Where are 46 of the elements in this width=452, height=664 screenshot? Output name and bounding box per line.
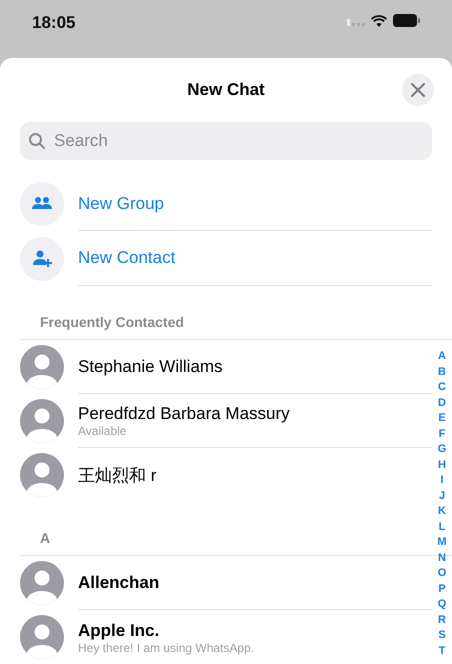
action-link[interactable]: New Contact — [78, 245, 176, 271]
action-link[interactable]: New Group — [78, 190, 164, 216]
search-field[interactable]: Search — [20, 122, 432, 160]
group-icon — [20, 182, 64, 226]
section-header: Frequently Contacted — [40, 313, 184, 332]
avatar-icon — [20, 561, 64, 605]
index-letter[interactable]: B — [438, 364, 446, 380]
index-letter[interactable]: H — [438, 458, 446, 473]
index-letter[interactable]: I — [440, 473, 444, 488]
index-letter[interactable]: T — [438, 644, 446, 659]
index-letter[interactable]: C — [438, 380, 446, 396]
index-letter[interactable]: E — [438, 411, 446, 426]
index-letter[interactable]: A — [438, 349, 446, 364]
wifi-icon — [371, 14, 387, 26]
add-person-icon — [20, 236, 64, 281]
avatar-icon — [20, 399, 64, 443]
contact-name: 王灿烈和 r — [78, 464, 158, 486]
contact-name: Stephanie Williams — [78, 356, 224, 377]
index-letter[interactable]: F — [438, 426, 446, 442]
index-letter[interactable]: R — [438, 612, 446, 628]
battery-icon — [393, 14, 420, 27]
contact-name: Apple Inc. — [78, 620, 160, 640]
index-letter[interactable]: P — [438, 582, 446, 597]
index-letter[interactable]: K — [438, 504, 446, 520]
index-letter[interactable]: D — [438, 396, 446, 411]
search-icon — [28, 132, 46, 150]
contact-name: Peredfdzd Barbara Massury — [78, 403, 291, 424]
index-letter[interactable]: Q — [438, 597, 446, 612]
close-button[interactable] — [402, 74, 434, 106]
index-letter[interactable]: L — [438, 520, 446, 535]
avatar-icon — [20, 345, 64, 389]
contact-status: Available — [78, 424, 128, 438]
index-letter[interactable]: G — [438, 442, 446, 458]
contact-name: Allenchan — [78, 572, 160, 593]
index-letter[interactable]: J — [438, 488, 446, 504]
close-icon — [411, 83, 425, 97]
index-letter[interactable]: N — [438, 550, 446, 566]
section-header: A — [40, 529, 50, 548]
status-time: 18:05 — [32, 12, 76, 34]
avatar-icon — [20, 453, 64, 497]
window-title: New Chat — [187, 79, 265, 102]
avatar-icon — [20, 615, 64, 659]
index-letter[interactable]: O — [438, 566, 446, 582]
contact-status: Hey there! I am using WhatsApp. — [78, 640, 256, 654]
index-letter[interactable]: S — [438, 628, 446, 644]
index-letter[interactable]: M — [437, 535, 447, 550]
